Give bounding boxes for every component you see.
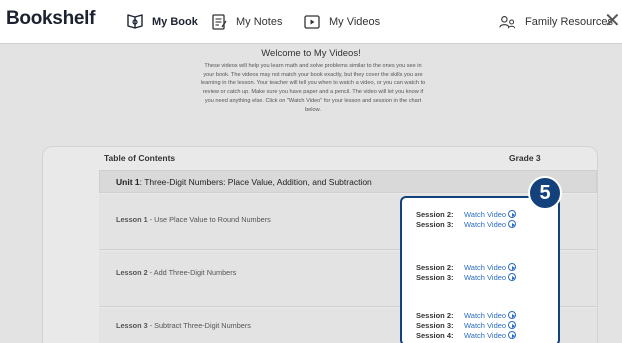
unit-name: : Three-Digit Numbers: Place Value, Addi…: [139, 177, 372, 187]
intro-text: These videos will help you learn math an…: [200, 63, 426, 113]
lesson-2-label: Lesson 2: [116, 268, 148, 277]
session-label: Session 4:: [416, 331, 454, 340]
play-circle-icon[interactable]: [508, 331, 517, 339]
top-bar: Bookshelf My Book My Notes My Videos Fam…: [0, 0, 622, 44]
grade-label: Grade 3: [509, 153, 541, 163]
close-icon[interactable]: ✕: [604, 11, 621, 31]
nav-my-notes[interactable]: My Notes: [210, 0, 282, 44]
play-circle-icon[interactable]: [508, 220, 517, 228]
watch-video-link[interactable]: Watch Video: [464, 273, 506, 282]
watch-video-link[interactable]: Watch Video: [464, 210, 506, 219]
lesson-3-label: Lesson 3: [116, 321, 148, 330]
notes-icon: [210, 13, 228, 31]
session-row: Session 4: Watch Video: [416, 330, 517, 341]
callout-number-badge: 5: [528, 176, 562, 210]
play-circle-icon[interactable]: [508, 311, 517, 319]
nav-my-videos[interactable]: My Videos: [303, 0, 380, 44]
lesson-2-title: Lesson 2 - Add Three-Digit Numbers: [116, 268, 236, 277]
play-circle-icon[interactable]: [508, 263, 517, 271]
toc-title: Table of Contents: [104, 153, 176, 163]
nav-my-notes-label: My Notes: [236, 16, 283, 28]
nav-family-resources[interactable]: Family Resources: [499, 0, 613, 44]
play-circle-icon[interactable]: [508, 273, 517, 281]
unit-label: Unit 1: [116, 177, 140, 187]
watch-video-link[interactable]: Watch Video: [464, 311, 506, 320]
watch-video-link[interactable]: Watch Video: [464, 263, 506, 272]
nav-my-videos-label: My Videos: [329, 16, 381, 28]
lesson-1-name: - Use Place Value to Round Numbers: [147, 215, 271, 224]
session-label: Session 3:: [416, 273, 454, 282]
watch-video-link[interactable]: Watch Video: [464, 220, 506, 229]
book-icon: [126, 13, 144, 31]
play-circle-icon[interactable]: [508, 210, 517, 218]
session-label: Session 3:: [416, 220, 454, 229]
unit-title: Unit 1: Three-Digit Numbers: Place Value…: [116, 177, 372, 187]
play-circle-icon[interactable]: [508, 321, 517, 329]
lesson-1-title: Lesson 1 - Use Place Value to Round Numb…: [116, 215, 271, 224]
watch-video-link[interactable]: Watch Video: [464, 321, 506, 330]
lesson-2-name: - Add Three-Digit Numbers: [147, 268, 237, 277]
session-row: Session 3: Watch Video: [416, 272, 517, 283]
lesson-3-title: Lesson 3 - Subtract Three-Digit Numbers: [116, 321, 251, 330]
watch-video-link[interactable]: Watch Video: [464, 331, 506, 340]
lesson-3-name: - Subtract Three-Digit Numbers: [147, 321, 251, 330]
lesson-1-label: Lesson 1: [116, 215, 148, 224]
family-icon: [499, 13, 517, 31]
session-row: Session 3: Watch Video: [416, 219, 517, 230]
nav-my-book-label: My Book: [152, 16, 198, 28]
video-icon: [303, 13, 321, 31]
nav-family-resources-label: Family Resources: [525, 16, 614, 28]
nav-my-book[interactable]: My Book: [126, 0, 198, 44]
brand-logo: Bookshelf: [6, 8, 96, 29]
intro-title: Welcome to My Videos!: [261, 48, 361, 59]
